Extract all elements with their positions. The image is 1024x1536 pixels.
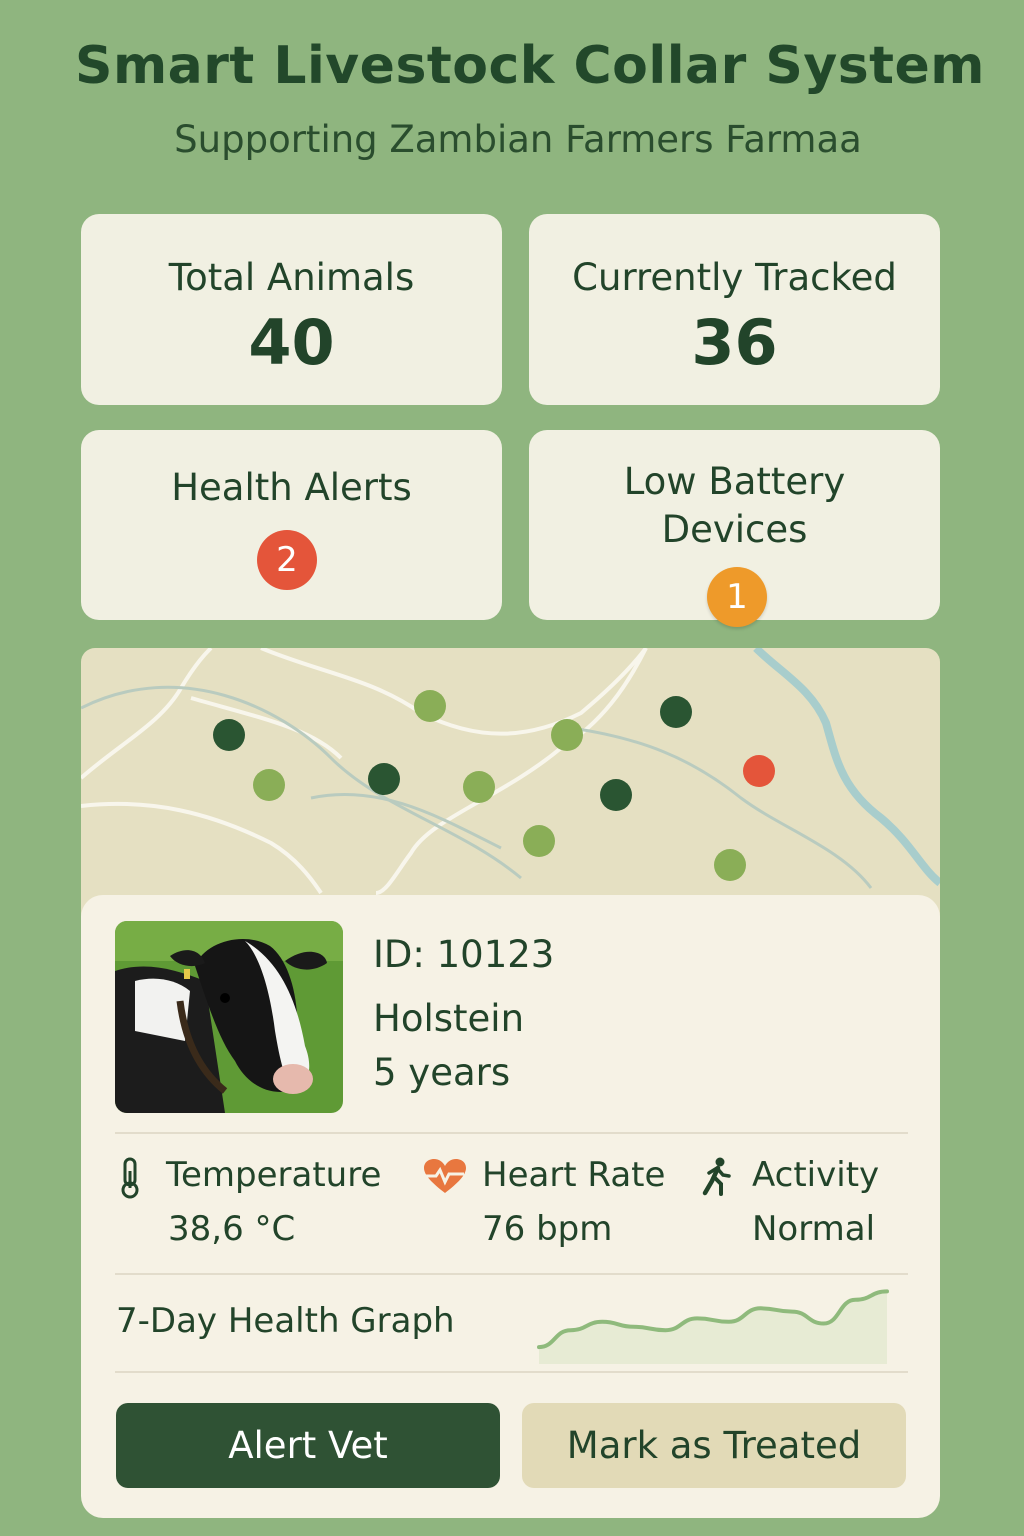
animal-marker-alert[interactable] [743, 755, 775, 787]
total-animals-card[interactable]: Total Animals 40 [81, 214, 502, 405]
cow-photo [115, 921, 343, 1113]
animal-age: 5 years [373, 1051, 511, 1094]
page-subtitle: Supporting Zambian Farmers Farmaa [174, 118, 862, 161]
temperature-label: Temperature [166, 1155, 382, 1195]
heart-rate-label: Heart Rate [482, 1155, 666, 1195]
map-roads [81, 648, 648, 895]
animal-marker[interactable] [213, 719, 245, 751]
animal-marker[interactable] [368, 763, 400, 795]
alert-vet-button[interactable]: Alert Vet [116, 1403, 500, 1488]
activity-value: Normal [752, 1209, 876, 1249]
animal-marker[interactable] [714, 849, 746, 881]
currently-tracked-card[interactable]: Currently Tracked 36 [529, 214, 940, 405]
health-alerts-badge: 2 [257, 530, 317, 590]
health-graph-label: 7-Day Health Graph [116, 1301, 455, 1341]
thermometer-icon [117, 1157, 143, 1203]
currently-tracked-value: 36 [691, 306, 778, 379]
graph-area [539, 1291, 887, 1364]
animal-detail-panel: ID: 10123 Holstein 5 years Temperature 3… [81, 895, 940, 1518]
map-river [753, 648, 940, 887]
total-animals-label: Total Animals [168, 256, 415, 299]
health-graph[interactable] [529, 1280, 899, 1370]
animal-marker[interactable] [523, 825, 555, 857]
divider [115, 1371, 908, 1373]
health-alerts-label: Health Alerts [171, 466, 412, 509]
divider [115, 1132, 908, 1134]
animal-markers [213, 690, 775, 881]
page-title: Smart Livestock Collar System [75, 36, 985, 96]
low-battery-label-line1: Low Battery [623, 460, 846, 503]
low-battery-badge: 1 [707, 567, 767, 627]
low-battery-card[interactable]: Low Battery Devices 1 [529, 430, 940, 627]
currently-tracked-label: Currently Tracked [572, 256, 897, 299]
animal-marker[interactable] [463, 771, 495, 803]
heart-icon [422, 1157, 468, 1199]
health-alerts-card[interactable]: Health Alerts 2 [81, 430, 502, 620]
total-animals-value: 40 [248, 306, 335, 379]
temperature-value: 38,6 °C [168, 1209, 296, 1249]
animal-marker[interactable] [660, 696, 692, 728]
divider [115, 1273, 908, 1275]
animal-marker[interactable] [414, 690, 446, 722]
animal-id: ID: 10123 [373, 933, 555, 976]
animal-marker[interactable] [551, 719, 583, 751]
animal-marker[interactable] [253, 769, 285, 801]
low-battery-label-line2: Devices [661, 508, 808, 551]
animal-breed: Holstein [373, 997, 525, 1040]
running-person-icon [701, 1157, 733, 1201]
animal-marker[interactable] [600, 779, 632, 811]
mark-as-treated-button[interactable]: Mark as Treated [522, 1403, 906, 1488]
heart-rate-value: 76 bpm [482, 1209, 613, 1249]
activity-label: Activity [752, 1155, 880, 1195]
